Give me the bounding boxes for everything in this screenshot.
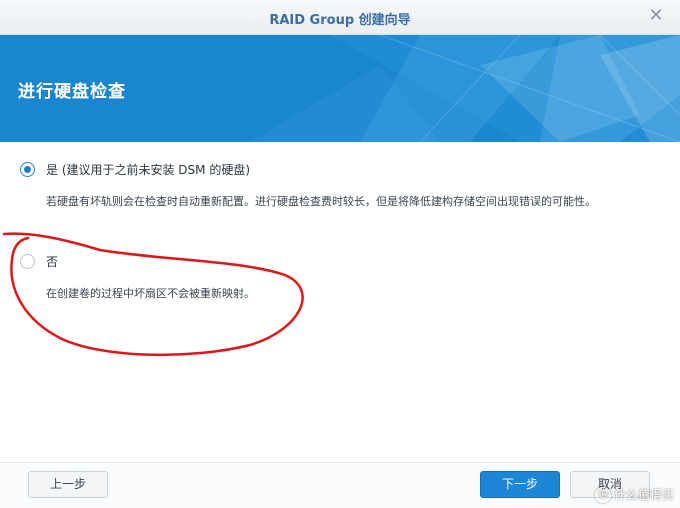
previous-button[interactable]: 上一步 [28,471,108,498]
wizard-banner: 进行硬盘检查 [0,35,680,142]
option-yes-radio[interactable] [20,162,35,177]
page-title: 进行硬盘检查 [18,82,126,102]
option-yes-description: 若硬盘有坏轨则会在检查时自动重新配置。进行硬盘检查费时较长，但是将降低建构存储空… [46,195,596,208]
red-annotation-circle [2,232,304,357]
next-button[interactable]: 下一步 [480,471,560,498]
title-bar: RAID Group 创建向导 ✕ [0,0,680,35]
watermark: 值什么值得买 [594,486,674,503]
watermark-text: 什么值得买 [613,487,674,502]
option-yes-label[interactable]: 是 (建议用于之前未安装 DSM 的硬盘) [46,161,250,178]
wizard-footer: 上一步 下一步 取消 值什么值得买 [0,462,680,508]
window-title: RAID Group 创建向导 [269,13,411,28]
watermark-logo-icon: 值 [594,487,611,503]
close-icon[interactable]: ✕ [646,6,666,26]
